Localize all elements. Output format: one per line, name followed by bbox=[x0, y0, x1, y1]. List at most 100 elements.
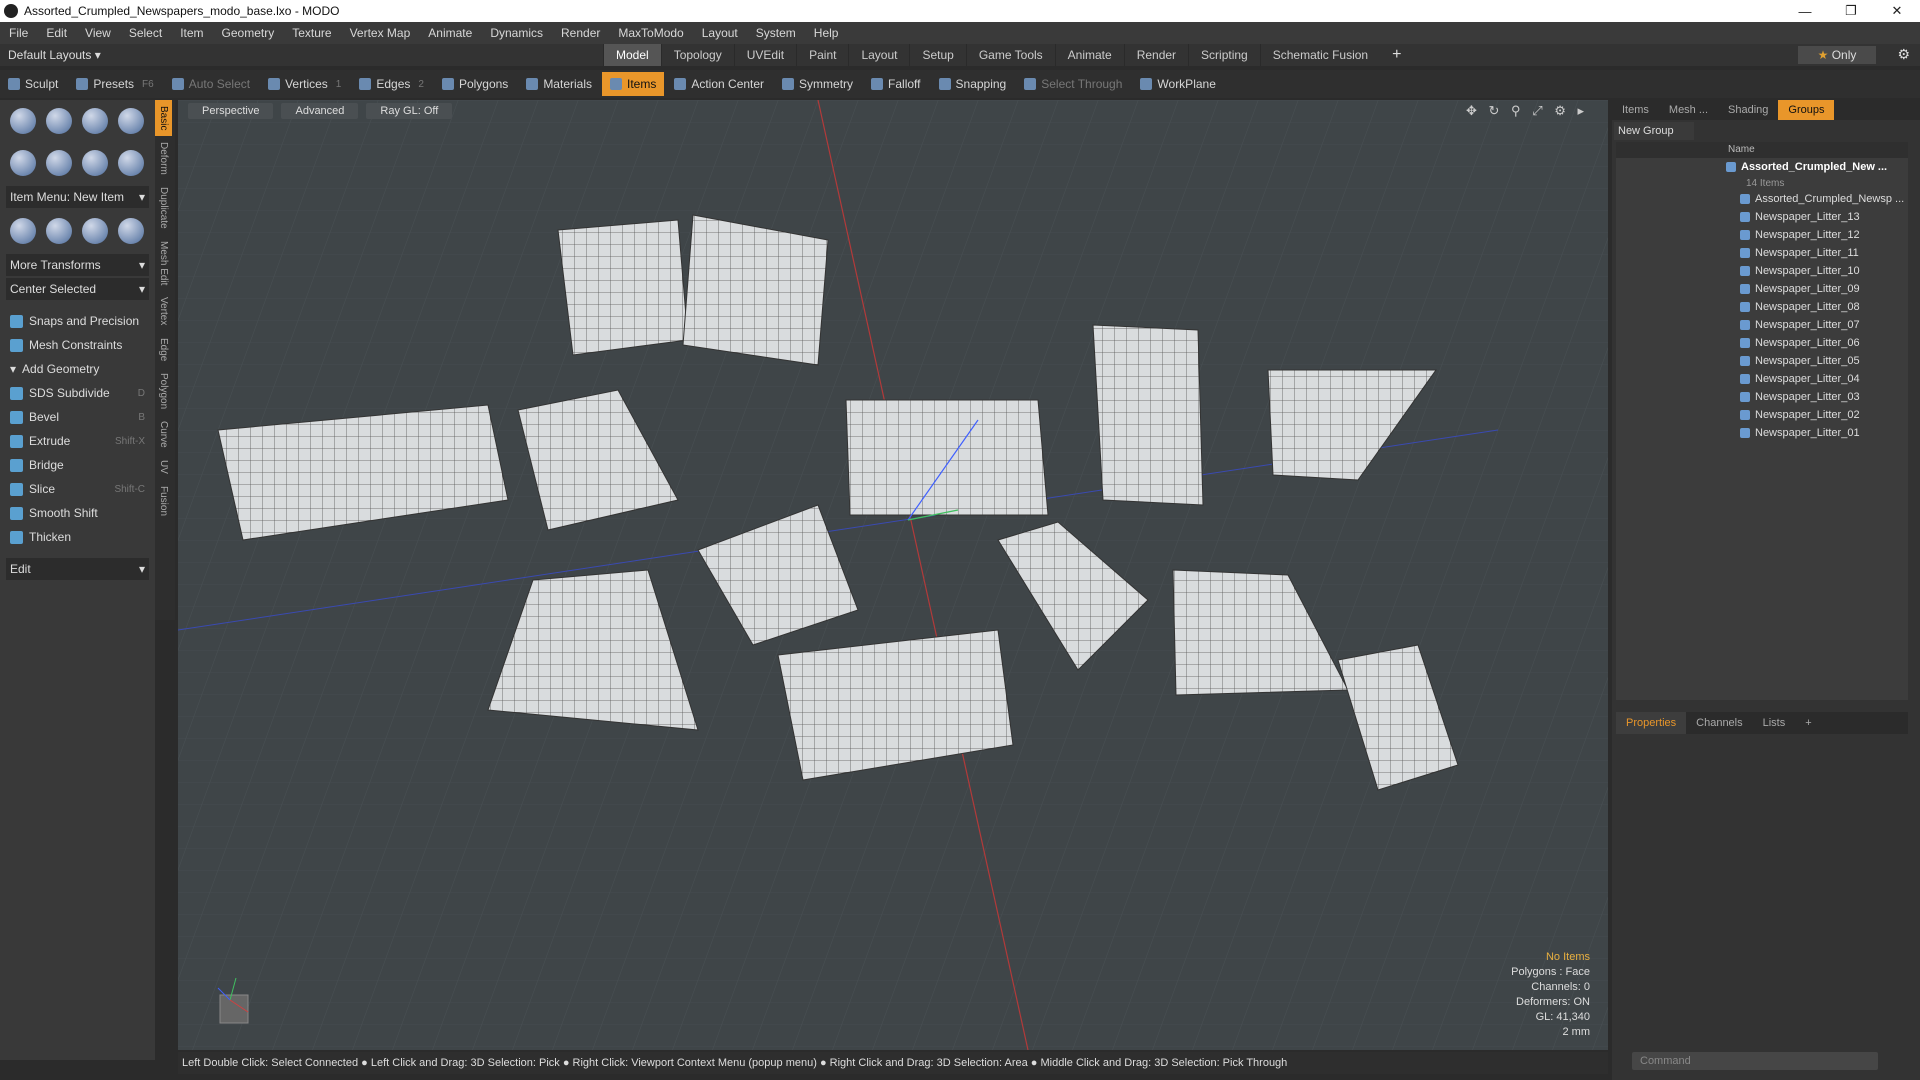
tab-uvedit[interactable]: UVEdit bbox=[733, 44, 796, 66]
list-item[interactable]: Newspaper_Litter_06 bbox=[1616, 334, 1908, 352]
menu-item-system[interactable]: System bbox=[747, 26, 805, 40]
snapping-button[interactable]: Snapping bbox=[931, 72, 1015, 96]
panel-tab-items[interactable]: Items bbox=[1612, 104, 1659, 116]
more-transforms-dropdown[interactable]: More Transforms ▾ bbox=[6, 254, 149, 276]
transform-icon[interactable] bbox=[118, 218, 144, 244]
list-item[interactable]: Newspaper_Litter_07 bbox=[1616, 316, 1908, 334]
rotate-icon[interactable] bbox=[46, 218, 72, 244]
perspective-button[interactable]: Perspective bbox=[188, 103, 274, 119]
auto-select-button[interactable]: Auto Select bbox=[164, 72, 258, 96]
prop-tab-channels[interactable]: Channels bbox=[1686, 717, 1752, 729]
vtab-curve[interactable]: Curve bbox=[155, 415, 172, 454]
tool-smooth-shift[interactable]: Smooth Shift bbox=[6, 502, 149, 524]
vtab-duplicate[interactable]: Duplicate bbox=[155, 181, 172, 235]
menu-item-maxtomodo[interactable]: MaxToModo bbox=[609, 26, 692, 40]
only-button[interactable]: ★ Only bbox=[1798, 46, 1876, 64]
menu-item-edit[interactable]: Edit bbox=[37, 26, 76, 40]
tab-paint[interactable]: Paint bbox=[796, 44, 848, 66]
new-group-button[interactable]: New Group bbox=[1614, 122, 1694, 140]
presets-button[interactable]: Presets F6 bbox=[68, 72, 161, 96]
list-item[interactable]: Newspaper_Litter_02 bbox=[1616, 406, 1908, 424]
cone-icon[interactable] bbox=[118, 108, 144, 134]
torus-icon[interactable] bbox=[10, 150, 36, 176]
item-menu-dropdown[interactable]: Item Menu: New Item ▾ bbox=[6, 186, 149, 208]
list-item[interactable]: Newspaper_Litter_08 bbox=[1616, 298, 1908, 316]
menu-item-render[interactable]: Render bbox=[552, 26, 609, 40]
menu-item-help[interactable]: Help bbox=[805, 26, 848, 40]
prop-tab-lists[interactable]: Lists bbox=[1753, 717, 1796, 729]
select-through-button[interactable]: Select Through bbox=[1016, 72, 1130, 96]
minimize-button[interactable]: — bbox=[1782, 0, 1828, 22]
panel-tab-shading[interactable]: Shading bbox=[1718, 104, 1778, 116]
gear-icon[interactable]: ⚙ bbox=[1897, 46, 1910, 63]
list-item[interactable]: Newspaper_Litter_10 bbox=[1616, 262, 1908, 280]
pen-icon[interactable] bbox=[82, 150, 108, 176]
newspaper-mesh[interactable] bbox=[682, 214, 829, 366]
list-item[interactable]: Newspaper_Litter_01 bbox=[1616, 424, 1908, 442]
materials-button[interactable]: Materials bbox=[518, 72, 600, 96]
edges-button[interactable]: Edges 2 bbox=[351, 72, 432, 96]
cylinder-icon[interactable] bbox=[82, 108, 108, 134]
menu-item-texture[interactable]: Texture bbox=[283, 26, 340, 40]
polygons-button[interactable]: Polygons bbox=[434, 72, 516, 96]
tab-animate[interactable]: Animate bbox=[1054, 44, 1124, 66]
newspaper-mesh[interactable] bbox=[845, 399, 1049, 516]
falloff-button[interactable]: Falloff bbox=[863, 72, 928, 96]
menu-item-file[interactable]: File bbox=[0, 26, 37, 40]
tab-setup[interactable]: Setup bbox=[909, 44, 965, 66]
menu-item-view[interactable]: View bbox=[76, 26, 120, 40]
capsule-icon[interactable] bbox=[46, 150, 72, 176]
list-item[interactable]: Newspaper_Litter_12 bbox=[1616, 226, 1908, 244]
command-input[interactable]: Command bbox=[1632, 1052, 1878, 1070]
symmetry-button[interactable]: Symmetry bbox=[774, 72, 861, 96]
vtab-vertex[interactable]: Vertex bbox=[155, 291, 172, 331]
menu-item-layout[interactable]: Layout bbox=[693, 26, 747, 40]
newspaper-mesh[interactable] bbox=[1092, 324, 1204, 506]
tab-model[interactable]: Model bbox=[603, 44, 661, 66]
tab-game-tools[interactable]: Game Tools bbox=[965, 44, 1055, 66]
prop-tab-properties[interactable]: Properties bbox=[1616, 712, 1687, 734]
tool-bridge[interactable]: Bridge bbox=[6, 454, 149, 476]
tool-bevel[interactable]: Bevel B bbox=[6, 406, 149, 428]
tab-layout[interactable]: Layout bbox=[848, 44, 909, 66]
vtab-mesh-edit[interactable]: Mesh Edit bbox=[155, 235, 172, 291]
list-item[interactable]: Newspaper_Litter_09 bbox=[1616, 280, 1908, 298]
vtab-uv[interactable]: UV bbox=[155, 454, 172, 480]
edit-dropdown[interactable]: Edit ▾ bbox=[6, 558, 149, 580]
tab-render[interactable]: Render bbox=[1123, 44, 1188, 66]
newspaper-mesh[interactable] bbox=[557, 219, 689, 356]
3d-viewport[interactable]: Perspective Advanced Ray GL: Off ✥ ↻ ⚲ ⤢… bbox=[178, 100, 1608, 1050]
vertices-button[interactable]: Vertices 1 bbox=[260, 72, 349, 96]
tool-sds-subdivide[interactable]: SDS Subdivide D bbox=[6, 382, 149, 404]
menu-item-dynamics[interactable]: Dynamics bbox=[481, 26, 552, 40]
menu-item-select[interactable]: Select bbox=[120, 26, 171, 40]
menu-item-vertex-map[interactable]: Vertex Map bbox=[341, 26, 420, 40]
panel-tab-mesh[interactable]: Mesh ... bbox=[1659, 104, 1718, 116]
mesh-constraints-button[interactable]: Mesh Constraints bbox=[6, 334, 149, 356]
list-item[interactable]: Newspaper_Litter_13 bbox=[1616, 208, 1908, 226]
menu-item-animate[interactable]: Animate bbox=[419, 26, 481, 40]
vtab-deform[interactable]: Deform bbox=[155, 136, 172, 181]
text-icon[interactable] bbox=[118, 150, 144, 176]
list-item[interactable]: Assorted_Crumpled_Newsp ... bbox=[1616, 190, 1908, 208]
tool-thicken[interactable]: Thicken bbox=[6, 526, 149, 548]
sphere-icon[interactable] bbox=[46, 108, 72, 134]
tool-extrude[interactable]: Extrude Shift-X bbox=[6, 430, 149, 452]
add-geometry-header[interactable]: ▾ Add Geometry bbox=[6, 358, 149, 380]
list-item[interactable]: Newspaper_Litter_05 bbox=[1616, 352, 1908, 370]
panel-tab-groups[interactable]: Groups bbox=[1778, 100, 1835, 120]
snaps-precision-button[interactable]: Snaps and Precision bbox=[6, 310, 149, 332]
viewport-nav-icons[interactable]: ✥ ↻ ⚲ ⤢ ⚙ ▸ bbox=[1466, 103, 1588, 119]
vtab-fusion[interactable]: Fusion bbox=[155, 480, 172, 522]
workplane-button[interactable]: WorkPlane bbox=[1132, 72, 1223, 96]
list-item[interactable]: Newspaper_Litter_11 bbox=[1616, 244, 1908, 262]
move-icon[interactable] bbox=[10, 218, 36, 244]
maximize-button[interactable]: ❐ bbox=[1828, 0, 1874, 22]
menu-item-geometry[interactable]: Geometry bbox=[213, 26, 284, 40]
menu-item-item[interactable]: Item bbox=[171, 26, 212, 40]
close-button[interactable]: ✕ bbox=[1874, 0, 1920, 22]
add-tab-button[interactable]: + bbox=[1380, 44, 1413, 66]
raygl-button[interactable]: Ray GL: Off bbox=[366, 103, 453, 119]
prop-tab-add[interactable]: + bbox=[1795, 717, 1821, 729]
tool-slice[interactable]: Slice Shift-C bbox=[6, 478, 149, 500]
